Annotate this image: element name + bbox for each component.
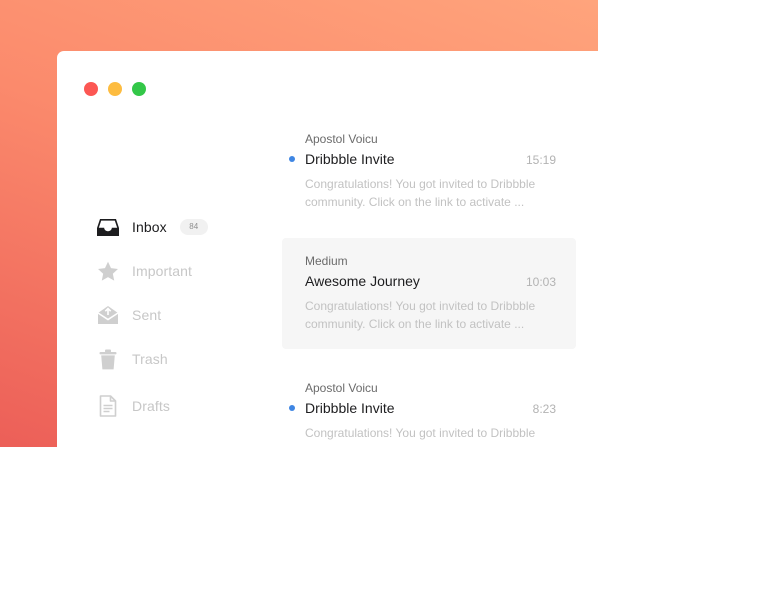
window-controls bbox=[84, 82, 146, 96]
message-time: 10:03 bbox=[525, 275, 556, 289]
message-sender: Apostol Voicu bbox=[305, 132, 378, 146]
sidebar-item-label: Trash bbox=[132, 351, 168, 367]
message-preview-line: Congratulations! You got invited to Drib… bbox=[305, 426, 536, 440]
message-preview-line: Congratulations! You got invited to Drib… bbox=[305, 177, 536, 191]
sidebar-item-important[interactable]: Important bbox=[97, 259, 192, 283]
sidebar-item-inbox[interactable]: Inbox 84 bbox=[97, 215, 208, 239]
message-subject: Dribbble Invite bbox=[305, 400, 395, 416]
message-item[interactable]: Apostol Voicu Dribbble Invite 15:19 Cong… bbox=[282, 123, 576, 219]
message-preview: Congratulations! You got invited to Drib… bbox=[305, 424, 560, 442]
screen: Inbox 84 Important Sent Trash Drafts Apo… bbox=[0, 0, 783, 600]
trash-icon bbox=[97, 348, 119, 370]
message-preview: Congratulations! You got invited to Drib… bbox=[305, 297, 560, 333]
message-item-selected[interactable]: Medium Awesome Journey 10:03 Congratulat… bbox=[282, 238, 576, 349]
sidebar-item-label: Drafts bbox=[132, 398, 170, 414]
sidebar-item-sent[interactable]: Sent bbox=[97, 303, 161, 327]
message-list: Apostol Voicu Dribbble Invite 15:19 Cong… bbox=[282, 51, 576, 447]
message-time: 15:19 bbox=[525, 153, 556, 167]
message-preview-line: community. Click on the link to activate… bbox=[305, 317, 525, 331]
minimize-window-button[interactable] bbox=[108, 82, 122, 96]
unread-indicator bbox=[289, 405, 295, 411]
sidebar-item-trash[interactable]: Trash bbox=[97, 347, 168, 371]
message-sender: Medium bbox=[305, 254, 348, 268]
message-subject: Dribbble Invite bbox=[305, 151, 395, 167]
message-preview-line: Congratulations! You got invited to Drib… bbox=[305, 299, 536, 313]
sidebar-item-label: Inbox bbox=[132, 219, 167, 235]
maximize-window-button[interactable] bbox=[132, 82, 146, 96]
sent-envelope-icon bbox=[97, 304, 119, 326]
message-item[interactable]: Apostol Voicu Dribbble Invite 8:23 Congr… bbox=[282, 372, 576, 447]
unread-count-badge: 84 bbox=[179, 219, 208, 235]
message-preview-line: community. Click on the link to activate… bbox=[305, 195, 525, 209]
document-icon bbox=[97, 395, 119, 417]
sidebar-item-label: Sent bbox=[132, 307, 162, 323]
inbox-icon bbox=[97, 216, 119, 238]
sidebar-item-drafts[interactable]: Drafts bbox=[97, 394, 170, 418]
sidebar-item-label: Important bbox=[132, 263, 193, 279]
close-window-button[interactable] bbox=[84, 82, 98, 96]
message-time: 8:23 bbox=[532, 402, 556, 416]
mail-window: Inbox 84 Important Sent Trash Drafts Apo… bbox=[57, 51, 598, 447]
unread-indicator bbox=[289, 156, 295, 162]
message-sender: Apostol Voicu bbox=[305, 381, 378, 395]
star-icon bbox=[97, 260, 119, 282]
message-subject: Awesome Journey bbox=[305, 273, 420, 289]
message-preview: Congratulations! You got invited to Drib… bbox=[305, 175, 560, 211]
